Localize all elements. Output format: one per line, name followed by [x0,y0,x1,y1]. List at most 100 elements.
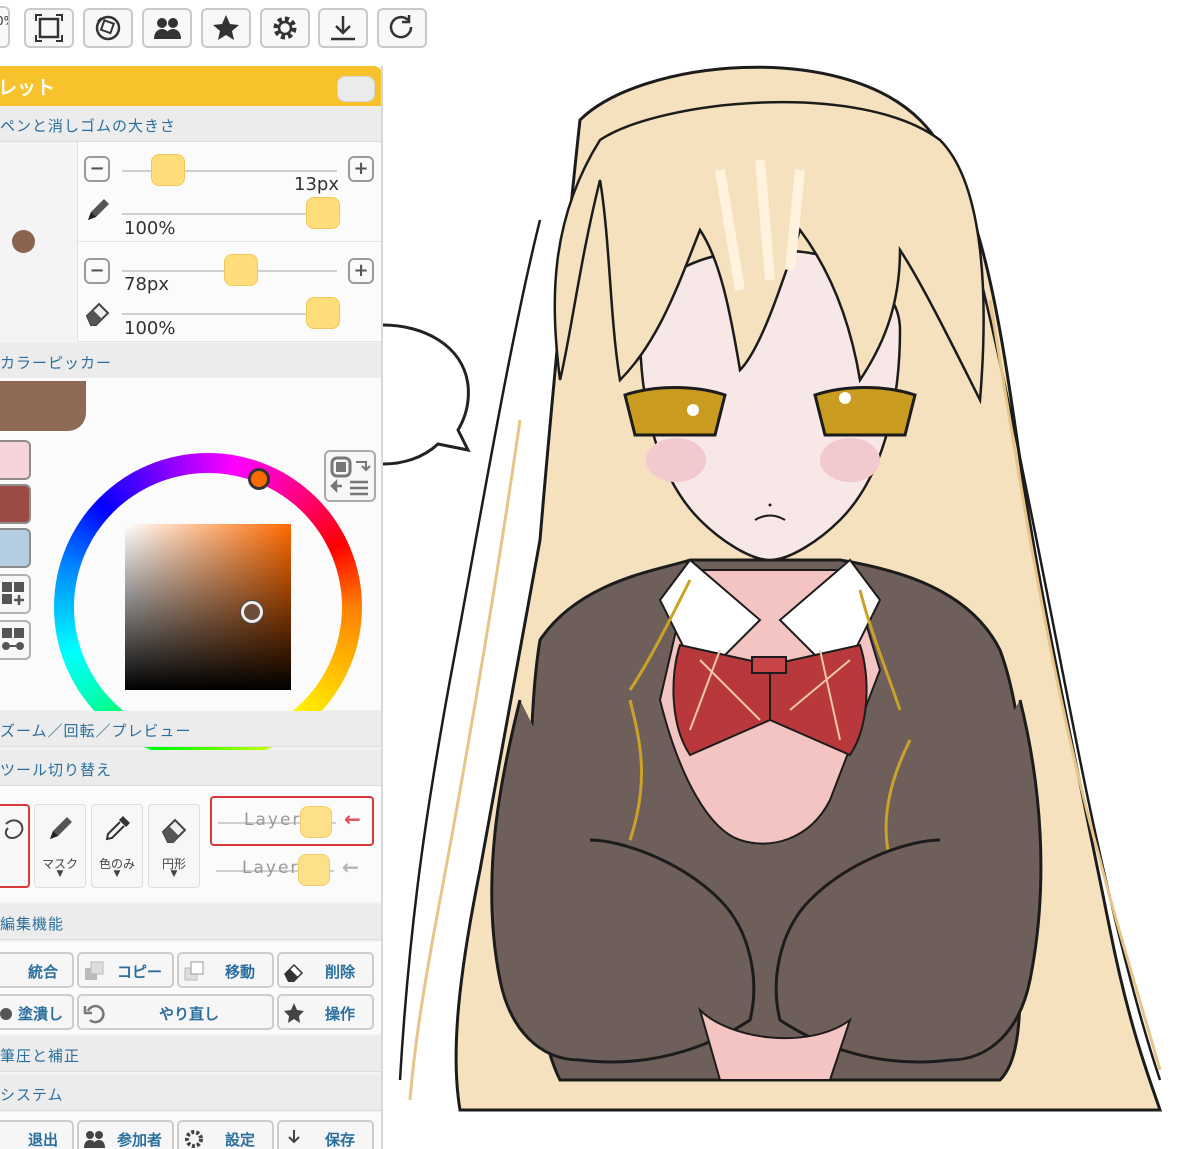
redo-button[interactable] [377,8,427,48]
picker-mode-icon [330,456,371,496]
save-button[interactable]: 保存 [277,1120,374,1149]
eraser-opacity-slider[interactable] [306,297,340,329]
members-button[interactable] [142,8,192,48]
pen-size-increase-button[interactable]: + [348,156,374,182]
palette-panel: レット ペンと消しゴムの大きさ − + 13px 100% − + 78px 1… [0,66,383,1149]
rotate-view-button[interactable] [83,8,133,48]
swap-swatch-button[interactable] [0,620,31,660]
undo-button[interactable]: やり直し [77,994,274,1030]
eraser-size-increase-button[interactable]: + [348,258,374,284]
redo-icon [389,15,413,39]
participants-button[interactable]: 参加者 [77,1120,174,1149]
copy-icon [85,961,104,980]
drawing-canvas[interactable] [383,56,1200,1149]
layer-1-select-arrow[interactable]: ← [344,807,361,831]
chevron-down-icon: ▼ [56,869,64,879]
fill-button[interactable]: 塗潰し [0,994,74,1030]
download-icon [331,16,355,41]
saturation-value-marker[interactable] [241,601,263,623]
section-pen-eraser-size[interactable]: ペンと消しゴムの大きさ [0,106,381,142]
palette-header[interactable]: レット [0,66,381,106]
gear-icon [185,1130,203,1148]
section-edit-functions[interactable]: 編集機能 [0,904,381,940]
system-buttons-block: 退出 参加者 設定 保存 [0,1112,381,1149]
color-swatch-red-brown[interactable] [0,484,31,524]
color-swatch-pink[interactable] [0,440,31,480]
layer-1-opacity-slider[interactable] [300,806,332,838]
eraser-icon [161,818,187,843]
lasso-icon [4,819,24,840]
eraser-size-slider[interactable] [224,254,258,286]
eye-highlight-right [839,392,851,404]
nose [768,503,772,507]
saturation-value-square[interactable] [125,524,291,690]
delete-button[interactable]: 削除 [277,952,374,988]
chevron-down-icon: ▼ [113,869,121,879]
eraser-opacity-track [122,313,337,315]
tool-switch-block: マスク ▼ 色のみ ▼ 円形 ▼ Layer1 ← Layer2 ← [0,786,381,902]
blush-right [820,438,880,482]
layer-2-select-arrow[interactable]: ← [342,855,359,879]
merge-button[interactable]: 統合 [0,952,74,988]
copy-button[interactable]: コピー [77,952,174,988]
edit-buttons-block: 統合 コピー 移動 削除 塗潰し やり直し 操作 [0,942,381,1034]
pen-size-value: 13px [294,174,339,195]
pen-eraser-size-block: − + 13px 100% − + 78px 100% [0,142,381,342]
pen-opacity-slider[interactable] [306,197,340,229]
pen-icon [88,199,109,220]
eraser-size-decrease-button[interactable]: − [84,258,110,284]
pen-opacity-track [122,213,337,215]
add-swatch-icon [2,582,24,605]
add-swatch-button[interactable] [0,574,31,614]
operation-button[interactable]: 操作 [277,994,374,1030]
star-icon [213,15,239,40]
section-system[interactable]: システム [0,1075,381,1111]
settings-button[interactable] [260,8,310,48]
section-color-picker[interactable]: カラーピッカー [0,343,381,379]
move-button[interactable]: 移動 [177,952,274,988]
favorite-button[interactable] [201,8,251,48]
move-icon [184,961,204,981]
pen-icon [50,817,72,839]
tool-circle-button[interactable]: 円形 ▼ [148,804,200,888]
section-zoom-rotate-preview[interactable]: ズーム／回転／プレビュー [0,711,381,747]
blush-left [646,438,706,482]
palette-collapse-toggle[interactable] [337,76,375,102]
speech-bubble-stroke [383,323,471,466]
fit-screen-button[interactable] [24,8,74,48]
layer-2-row[interactable]: Layer2 ← [210,846,374,896]
eye-highlight-left [687,404,699,416]
layer-1-row[interactable]: Layer1 ← [210,796,374,846]
exit-button[interactable]: 退出 [0,1120,74,1149]
pen-size-row: − + 13px 100% [78,142,381,242]
pen-size-slider[interactable] [151,154,185,186]
eye-left [623,386,727,437]
fill-bucket-icon [0,1008,12,1020]
settings-button-bottom[interactable]: 設定 [177,1120,274,1149]
current-brush-preview [0,142,78,342]
eraser-opacity-value: 100% [124,318,176,339]
layer-2-opacity-slider[interactable] [298,854,330,886]
download-button[interactable] [318,8,368,48]
eyedropper-icon [105,816,130,841]
section-pressure-correction[interactable]: 筆圧と補正 [0,1036,381,1072]
eraser-size-row: − + 78px 100% [78,242,381,342]
download-icon [288,1130,300,1144]
members-icon [154,18,181,39]
eye-right [813,386,917,437]
members-icon [84,1131,105,1148]
tool-mask-button[interactable]: マスク ▼ [34,804,86,888]
pen-size-decrease-button[interactable]: − [84,156,110,182]
current-color-swatch[interactable] [0,381,86,431]
fit-screen-icon [35,14,63,42]
top-toolbar: 0% [0,0,440,56]
eraser-icon [284,963,304,982]
tool-lasso-button[interactable] [0,804,30,888]
eraser-size-value: 78px [124,274,169,295]
hue-marker[interactable] [248,468,270,490]
color-picker-mode-button[interactable] [324,450,376,502]
color-swatch-light-blue[interactable] [0,528,31,568]
rotate-view-icon [95,15,121,41]
section-tool-switch[interactable]: ツール切り替え [0,750,381,786]
tool-color-only-button[interactable]: 色のみ ▼ [91,804,143,888]
